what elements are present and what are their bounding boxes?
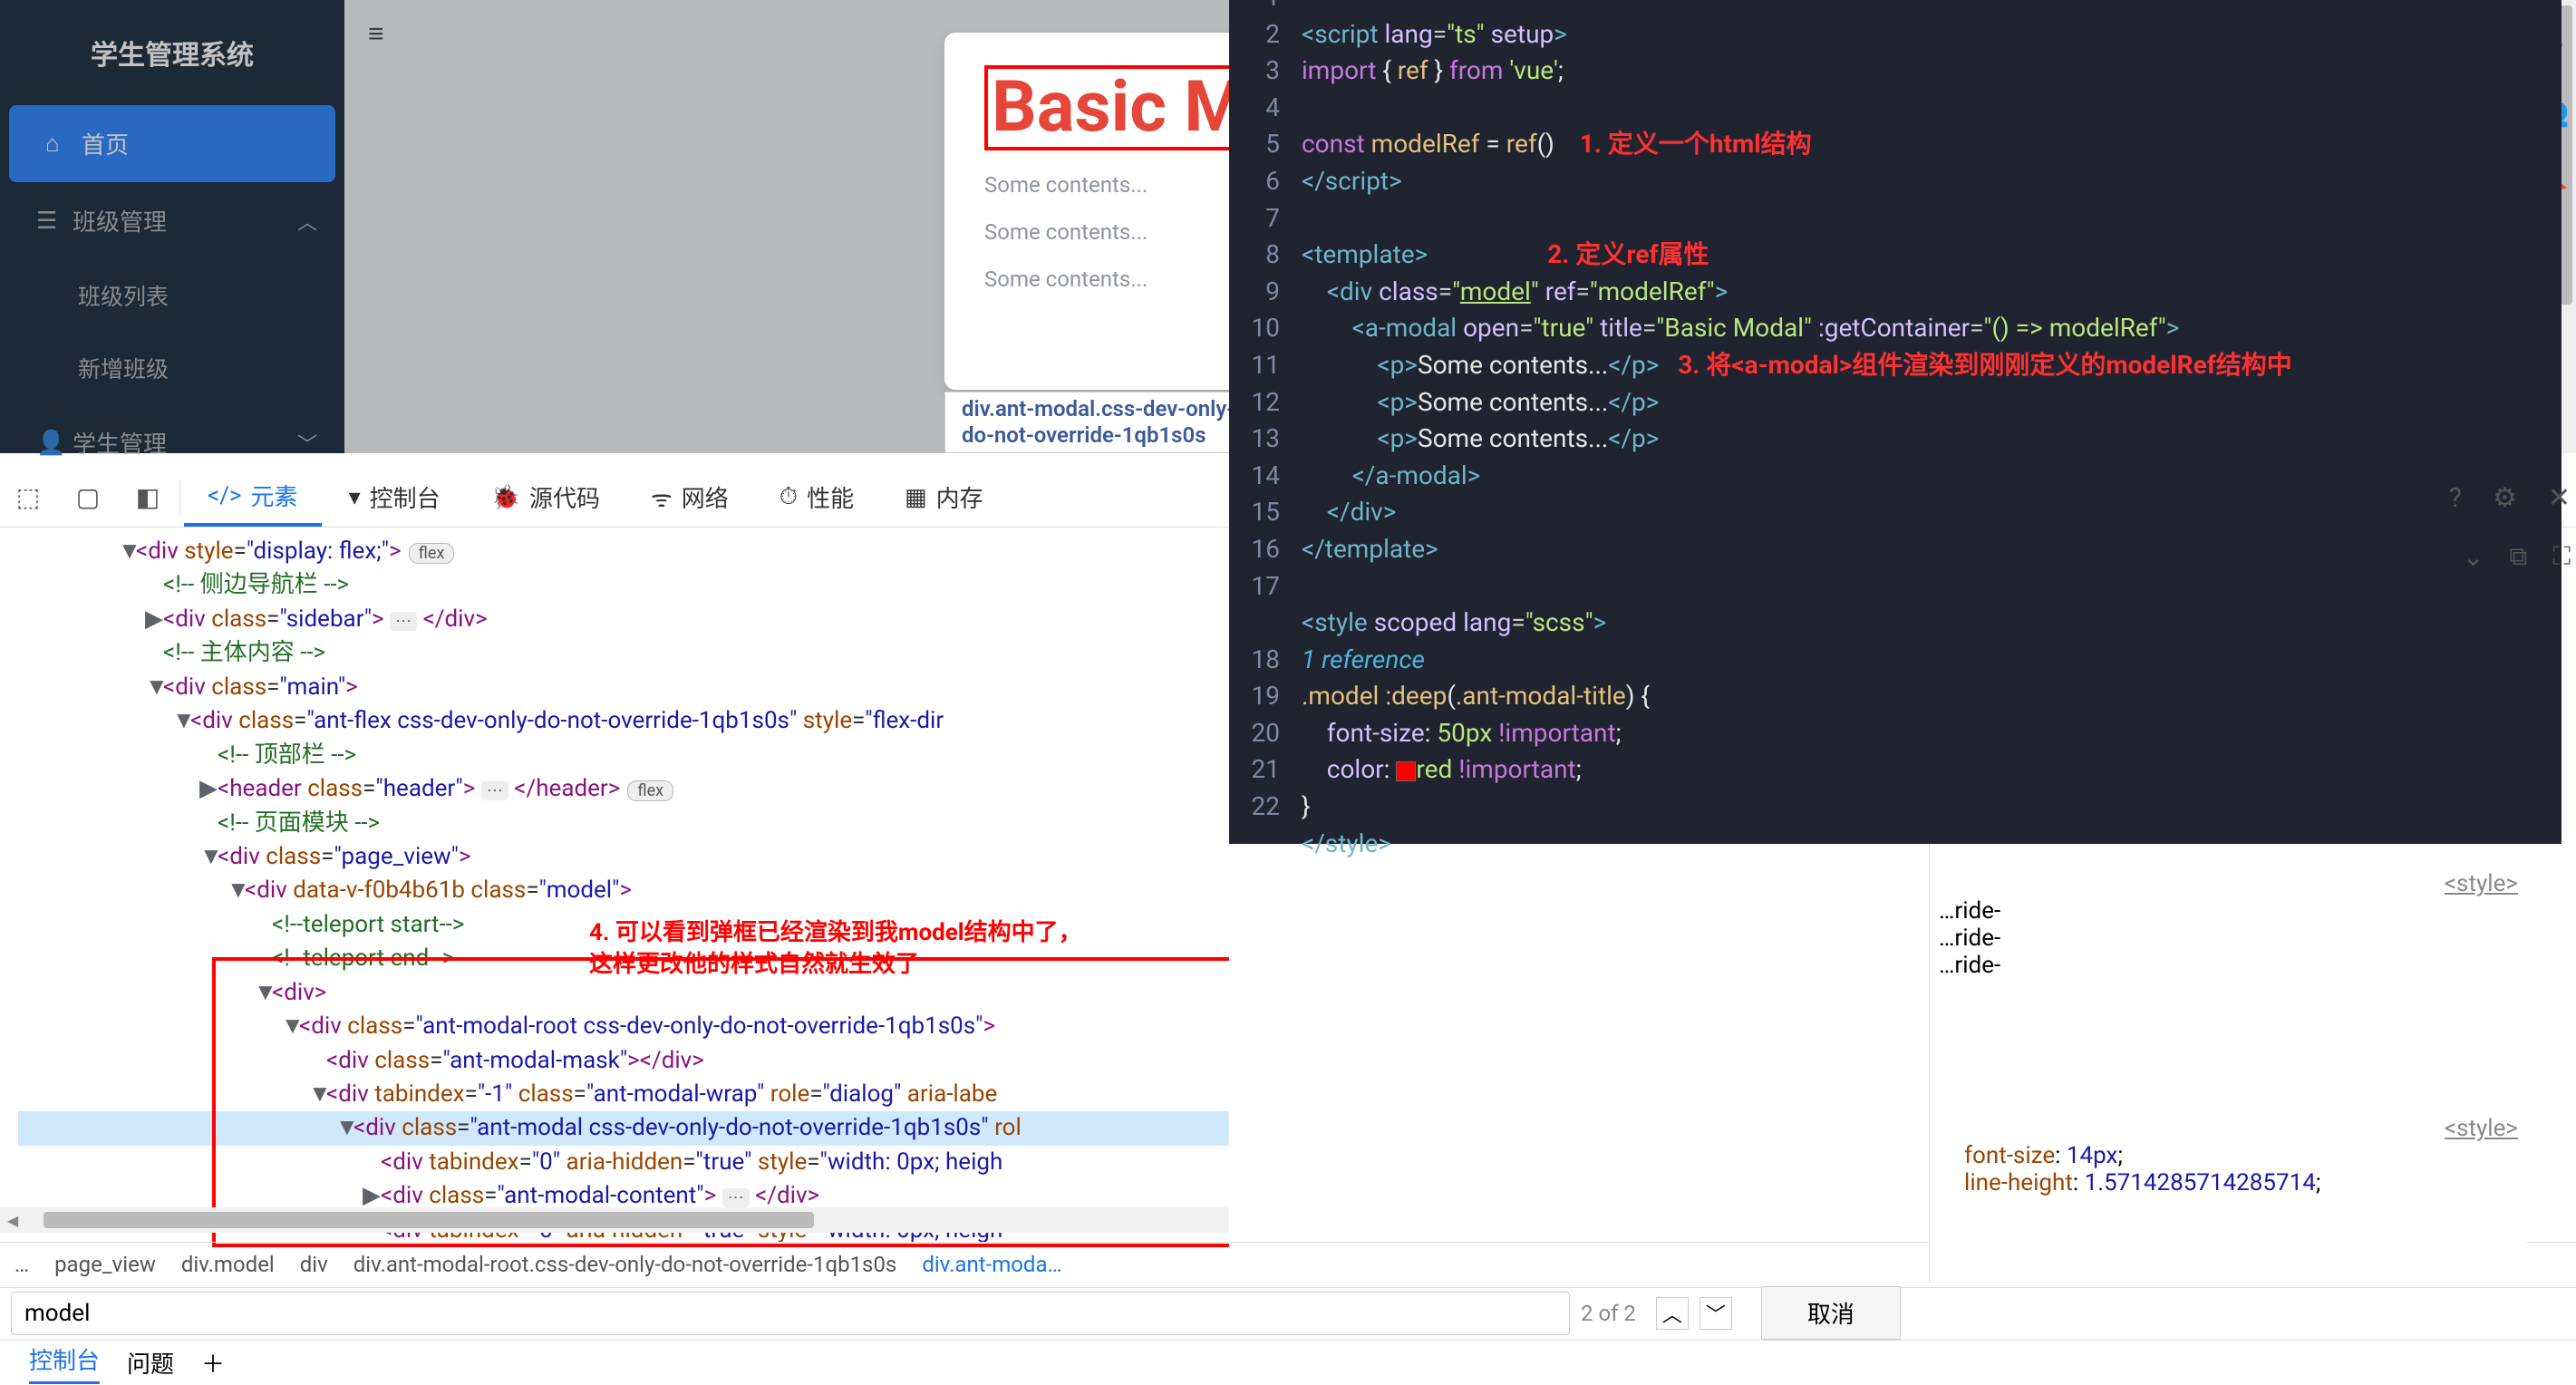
add-tab-icon[interactable]: ＋ xyxy=(201,1346,225,1380)
help-icon[interactable]: ? xyxy=(2449,482,2462,514)
annotation-4: 4. 可以看到弹框已经渲染到我model结构中了，这样更改他的样式自然就生效了 xyxy=(589,917,1082,981)
tab-network[interactable]: ᯤ网络 xyxy=(627,469,752,527)
code-icon: </> xyxy=(208,482,242,509)
drawer-tab-issues[interactable]: 问题 xyxy=(127,1346,174,1380)
drawer-tabs: 控制台 问题 ＋ xyxy=(0,1340,2576,1385)
stylesheet-link[interactable]: <style> xyxy=(2445,1115,2518,1142)
editor-code: <script lang="ts" setup> import { ref } … xyxy=(1302,0,2554,899)
editor-gutter: 1234567891011121314151617 1819202122 xyxy=(1229,0,1293,826)
drawer-tab-console[interactable]: 控制台 xyxy=(29,1342,100,1384)
nav-class-mgmt[interactable]: ☰ 班级管理 ︿ xyxy=(0,182,344,259)
styles-toolbar: ⌄ ⧉ ⛶ xyxy=(2463,528,2571,586)
tab-performance[interactable]: ⏱性能 xyxy=(756,469,877,527)
chevron-up-icon: ︿ xyxy=(297,207,317,236)
tab-elements[interactable]: </>元素 xyxy=(184,469,322,527)
code-editor[interactable]: 1234567891011121314151617 1819202122 <sc… xyxy=(1229,0,2561,844)
nav-label: 学生管理 xyxy=(73,426,167,460)
tab-sources[interactable]: 🐞源代码 xyxy=(468,469,624,527)
elements-search-row: 2 of 2 ︿ ﹀ 取消 xyxy=(0,1287,2576,1338)
dock-icon[interactable]: ◧ xyxy=(120,476,176,519)
chip-icon: ▦ xyxy=(905,484,927,511)
tab-console[interactable]: ▾控制台 xyxy=(325,469,464,527)
tab-memory[interactable]: ▦内存 xyxy=(881,469,1007,527)
tooltip-selector: div.ant-modal.css-dev-only-do-not-overri… xyxy=(945,396,1269,449)
wifi-icon: ᯤ xyxy=(651,481,673,514)
app-title: 学生管理系统 xyxy=(0,0,344,105)
user-icon: 👤 xyxy=(36,430,60,457)
gauge-icon: ⏱ xyxy=(780,483,798,511)
bug-icon: 🐞 xyxy=(491,484,520,511)
nav-class-list[interactable]: 班级列表 xyxy=(0,259,344,332)
console-icon: ▾ xyxy=(349,484,361,511)
search-prev[interactable]: ︿ xyxy=(1656,1297,1689,1330)
search-count: 2 of 2 xyxy=(1581,1301,1636,1326)
search-next[interactable]: ﹀ xyxy=(1700,1297,1732,1330)
home-icon: ⌂ xyxy=(45,130,69,158)
nav-class-add[interactable]: 新增班级 xyxy=(0,332,344,404)
popout-icon[interactable]: ⧉ xyxy=(2509,541,2527,572)
annotation-box-4 xyxy=(212,957,1229,1247)
inbox-icon: ☰ xyxy=(36,208,60,235)
nav-home[interactable]: ⌂ 首页 xyxy=(9,105,335,182)
device-icon[interactable]: ▢ xyxy=(60,476,116,519)
sidebar: 学生管理系统 ⌂ 首页 ☰ 班级管理 ︿ 班级列表 新增班级 👤 学生管理 ﹀ xyxy=(0,0,344,453)
collapse-sidebar-icon[interactable]: ≡ xyxy=(368,18,384,50)
elements-h-scroll[interactable]: ◀ xyxy=(0,1207,1229,1233)
expand-icon[interactable]: ⛶ xyxy=(2552,541,2571,572)
elements-tree[interactable]: ▼<div style="display: flex;">flex <!-- 侧… xyxy=(0,528,1229,1283)
search-input[interactable] xyxy=(11,1292,1570,1335)
nav-label: 首页 xyxy=(82,127,129,160)
nav-label: 班级管理 xyxy=(73,204,167,237)
search-cancel[interactable]: 取消 xyxy=(1761,1286,1901,1340)
devtools-right-icons: ? ⚙ ✕ xyxy=(2449,468,2571,528)
chevron-down-icon[interactable]: ⌄ xyxy=(2463,542,2484,572)
settings-icon[interactable]: ⚙ xyxy=(2493,482,2517,514)
chevron-down-icon: ﹀ xyxy=(297,429,317,458)
close-devtools-icon[interactable]: ✕ xyxy=(2548,482,2571,514)
inspect-icon[interactable]: ⬚ xyxy=(0,476,56,519)
